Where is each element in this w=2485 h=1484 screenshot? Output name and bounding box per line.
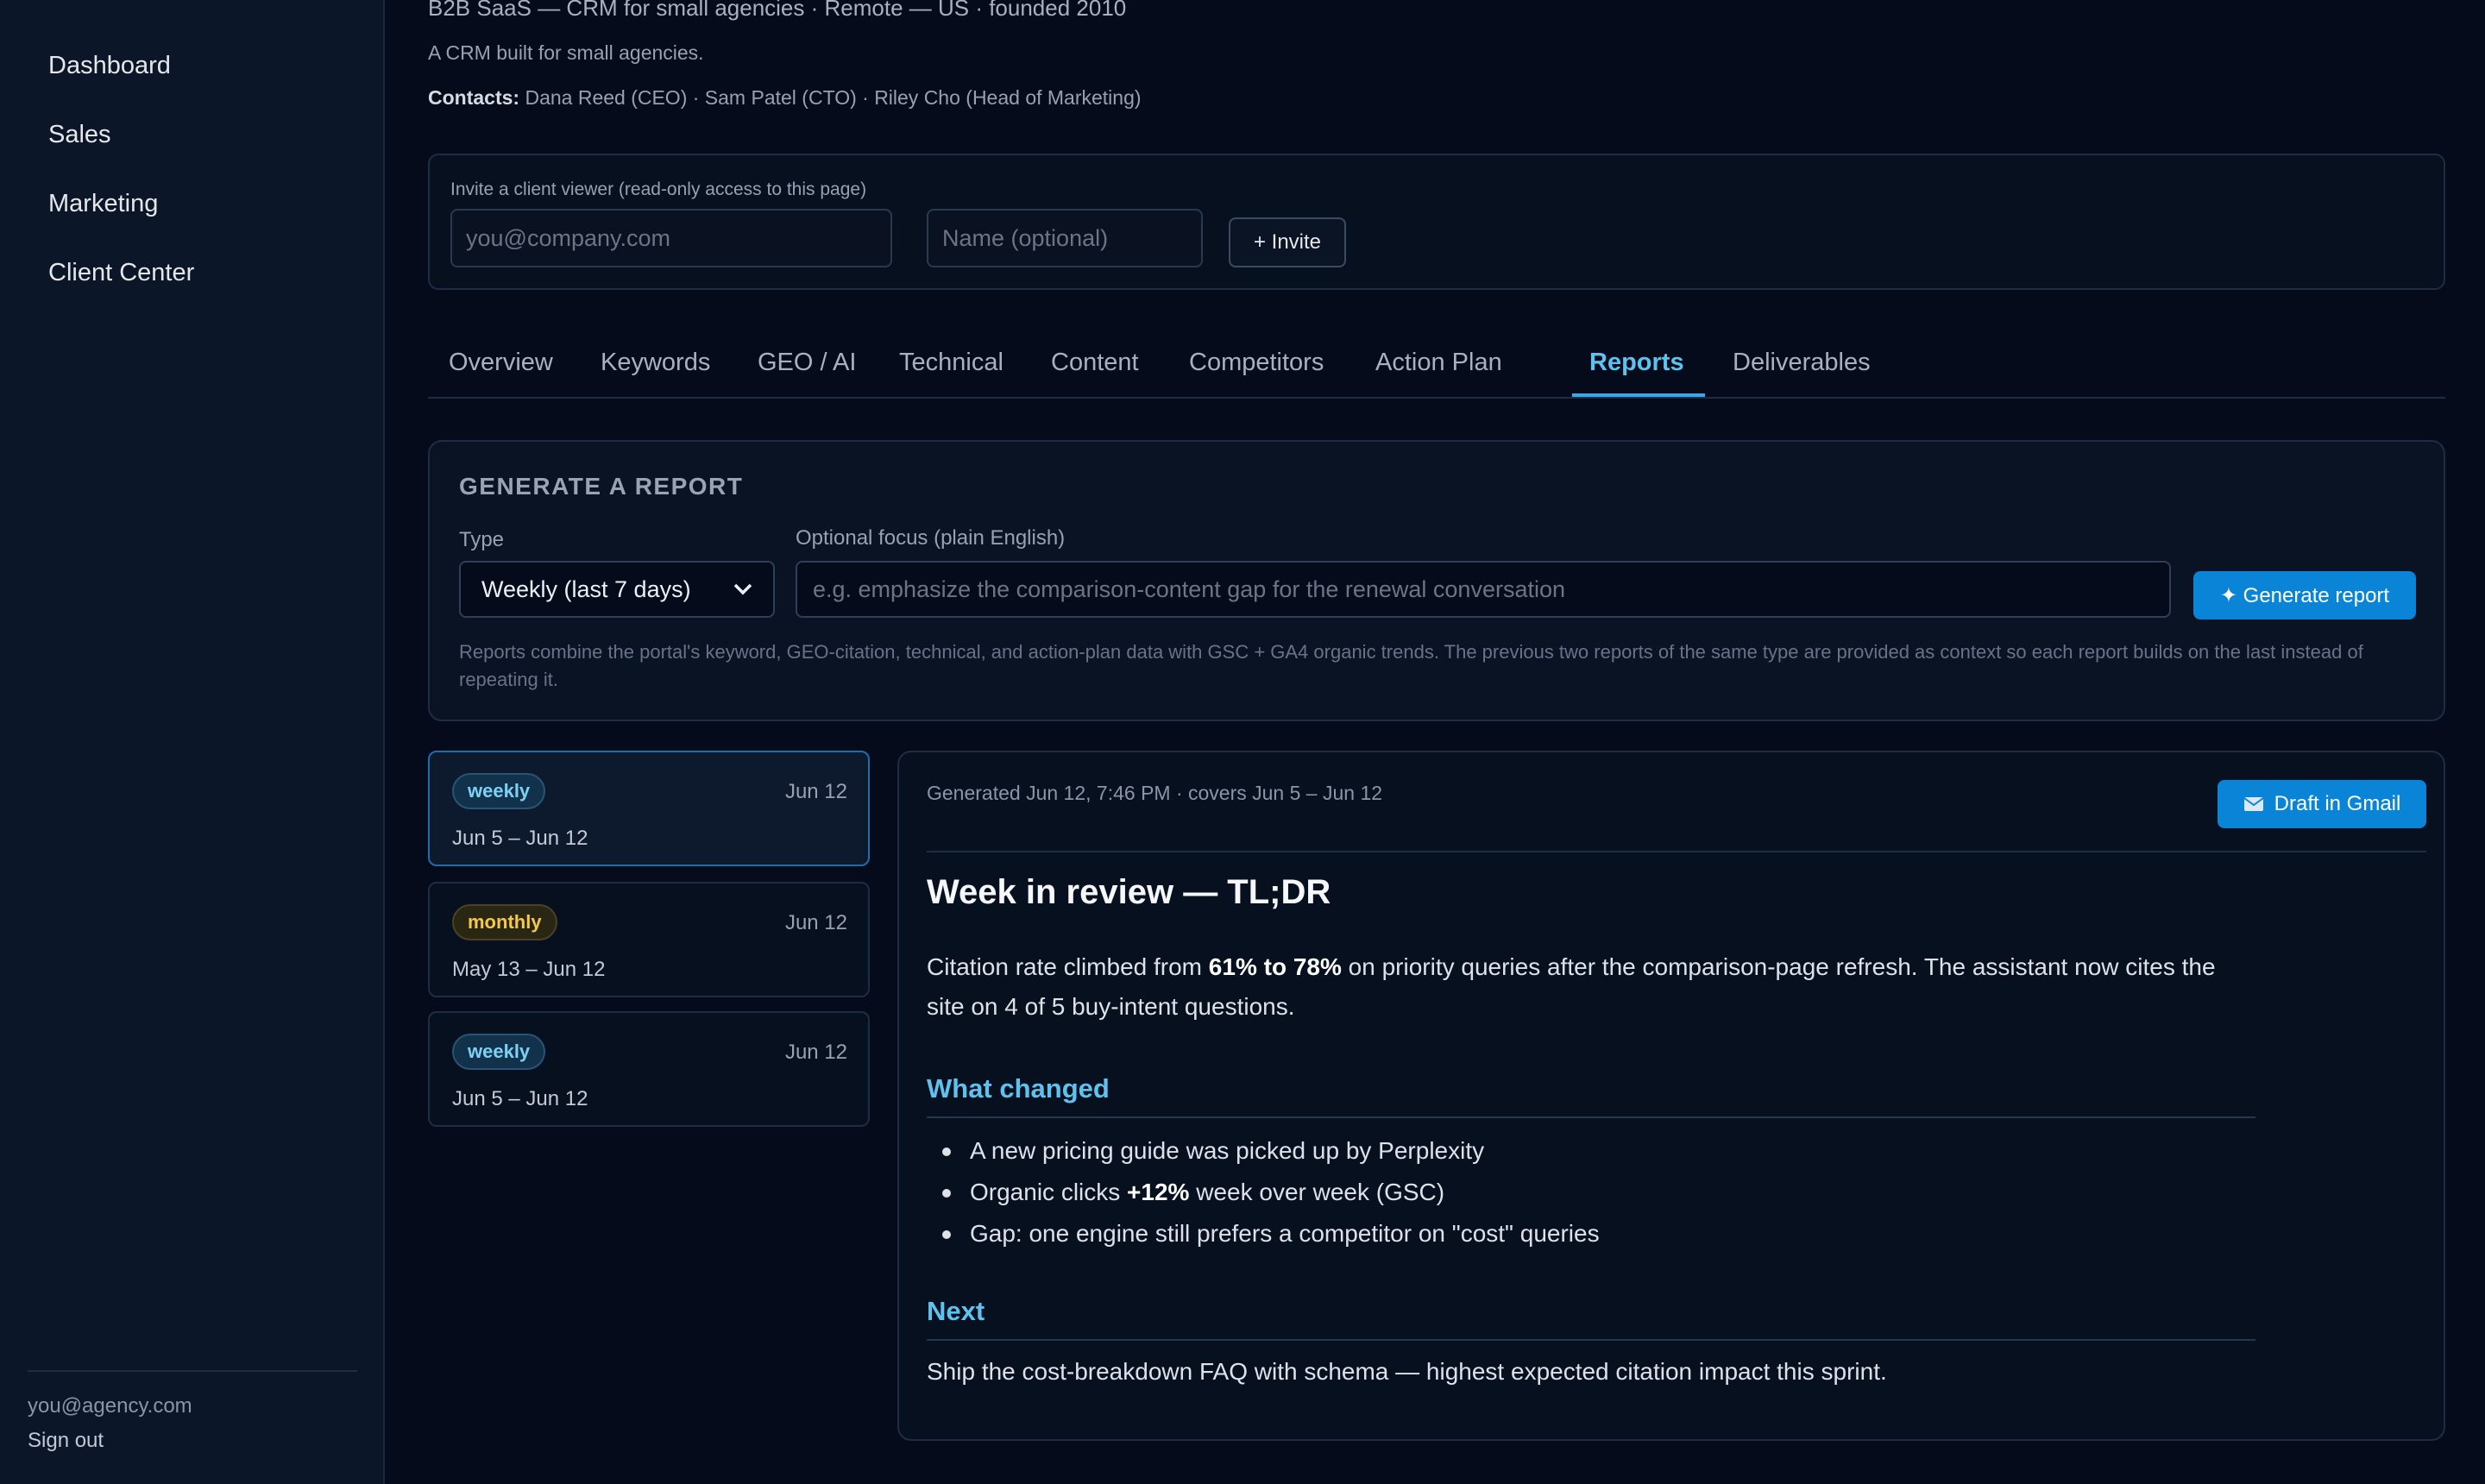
user-email: you@agency.com [28,1394,192,1418]
focus-label: Optional focus (plain English) [796,526,1066,550]
client-summary: B2B SaaS — CRM for small agencies · Remo… [428,0,1127,21]
contacts-label: Contacts: [428,86,520,109]
report-title: Week in review — TL;DR [927,873,1331,911]
sign-out-link[interactable]: Sign out [28,1429,104,1453]
report-date: Jun 12 [784,911,847,934]
active-tab-indicator [1572,393,1705,397]
report-type-badge: weekly [452,1034,546,1070]
sidebar-item-dashboard[interactable]: Dashboard [48,52,171,80]
sidebar-item-client-center[interactable]: Client Center [48,259,194,287]
list-item: Organic clicks +12% week over week (GSC) [934,1172,1600,1213]
report-list-item[interactable]: weekly Jun 12 Jun 5 – Jun 12 [428,751,870,866]
report-range: May 13 – Jun 12 [452,958,606,981]
report-date: Jun 12 [784,1041,847,1064]
invite-label: Invite a client viewer (read-only access… [450,179,867,199]
draft-in-gmail-label: Draft in Gmail [2274,792,2401,815]
report-range: Jun 5 – Jun 12 [452,1087,588,1110]
tab-keywords[interactable]: Keywords [601,349,710,377]
list-item: Gap: one engine still prefers a competit… [934,1213,1600,1254]
summary-text: Citation rate climbed from [927,953,1209,980]
report-type-select[interactable]: Weekly (last 7 days) [459,561,775,618]
tab-content[interactable]: Content [1051,349,1139,377]
list-item-text: week over week (GSC) [1189,1179,1445,1205]
report-list-item[interactable]: weekly Jun 12 Jun 5 – Jun 12 [428,1011,870,1127]
generate-help-text: Reports combine the portal's keyword, GE… [459,641,2363,690]
report-summary: Citation rate climbed from 61% to 78% on… [927,947,2255,1027]
sidebar-item-sales[interactable]: Sales [48,121,111,149]
focus-input[interactable]: e.g. emphasize the comparison-content ga… [796,561,2171,618]
main-content: B2B SaaS — CRM for small agencies · Remo… [385,0,2485,1484]
report-meta: Generated Jun 12, 7:46 PM · covers Jun 5… [927,782,1383,804]
tab-geo-ai[interactable]: GEO / AI [758,349,856,377]
next-text: Ship the cost-breakdown FAQ with schema … [927,1358,1887,1385]
tab-technical[interactable]: Technical [899,349,1003,377]
envelope-icon [2243,797,2264,811]
report-type-badge: weekly [452,773,546,809]
next-heading: Next [927,1296,985,1326]
type-label: Type [459,528,505,551]
sidebar: Dashboard Sales Marketing Client Center … [0,0,385,1484]
tab-competitors[interactable]: Competitors [1189,349,1324,377]
draft-in-gmail-button[interactable]: Draft in Gmail [2218,780,2426,828]
report-date: Jun 12 [784,780,847,803]
generate-report-button[interactable]: ✦ Generate report [2193,571,2416,619]
what-changed-heading: What changed [927,1073,1110,1104]
section-divider [927,1116,2255,1118]
tab-deliverables[interactable]: Deliverables [1733,349,1871,377]
detail-divider [927,851,2426,852]
list-item-text: Organic clicks [970,1179,1128,1205]
client-description: A CRM built for small agencies. [428,41,704,64]
client-contacts: Contacts: Dana Reed (CEO) · Sam Patel (C… [428,86,1142,110]
report-detail-panel: Generated Jun 12, 7:46 PM · covers Jun 5… [897,751,2445,1441]
report-type-value: Weekly (last 7 days) [481,575,691,602]
generate-report-panel: GENERATE A REPORT Type Optional focus (p… [428,440,2445,721]
tab-bar: Overview Keywords GEO / AI Technical Con… [428,338,2445,399]
invite-name-input[interactable]: Name (optional) [927,209,1203,267]
invite-button[interactable]: + Invite [1229,217,1346,267]
invite-email-input[interactable]: you@company.com [450,209,892,267]
list-item-highlight: +12% [1127,1179,1190,1205]
sidebar-item-marketing[interactable]: Marketing [48,190,158,218]
report-list-item[interactable]: monthly Jun 12 May 13 – Jun 12 [428,882,870,997]
tab-reports[interactable]: Reports [1589,349,1684,377]
changes-list: A new pricing guide was picked up by Per… [934,1130,1600,1254]
list-item: A new pricing guide was picked up by Per… [934,1130,1600,1172]
sidebar-divider [28,1370,357,1372]
tab-overview[interactable]: Overview [449,349,553,377]
summary-highlight: 61% to 78% [1208,953,1342,980]
contacts-list: Dana Reed (CEO) · Sam Patel (CTO) · Rile… [525,86,1142,109]
report-type-badge: monthly [452,904,557,940]
chevron-down-icon [733,583,752,595]
tab-action-plan[interactable]: Action Plan [1375,349,1502,377]
generate-report-title: GENERATE A REPORT [459,473,744,500]
report-range: Jun 5 – Jun 12 [452,827,588,850]
section-divider [927,1339,2255,1341]
invite-panel: Invite a client viewer (read-only access… [428,154,2445,290]
